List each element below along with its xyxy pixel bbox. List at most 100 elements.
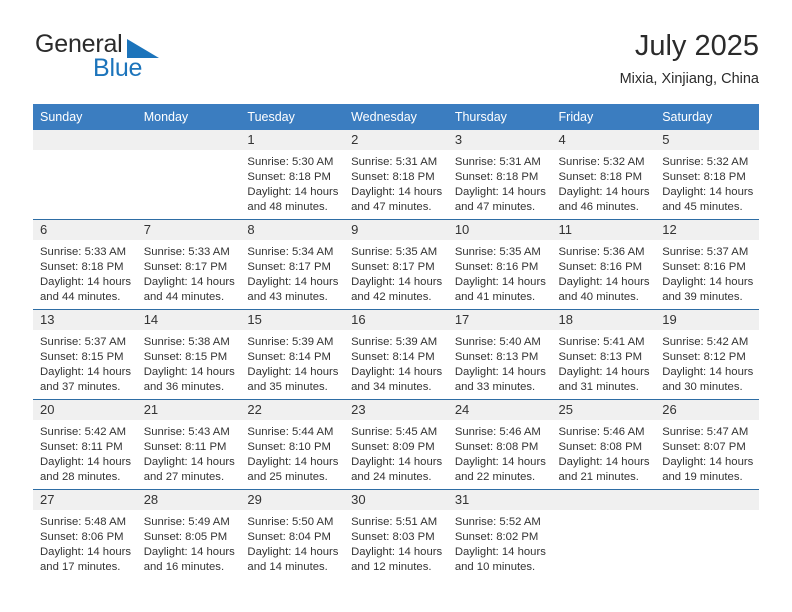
weekday-header-friday: Friday bbox=[551, 104, 656, 130]
daylight-text-line1: Daylight: 14 hours bbox=[351, 366, 443, 379]
calendar-day-cell[interactable]: 8 Sunrise: 5:34 AM Sunset: 8:17 PM Daylight… bbox=[240, 219, 345, 310]
day-cell-details: Sunrise: 5:35 AM Sunset: 8:17 PM Daylight:… bbox=[344, 240, 448, 305]
day-number: 17 bbox=[454, 312, 470, 327]
calendar-day-cell[interactable]: 5 Sunrise: 5:32 AM Sunset: 8:18 PM Daylight… bbox=[655, 130, 759, 220]
daylight-text-line2: and 19 minutes. bbox=[662, 471, 743, 484]
sunrise-text: Sunrise: 5:32 AM bbox=[558, 156, 645, 168]
calendar-day-cell[interactable]: 22 Sunrise: 5:44 AM Sunset: 8:10 PM Dayligh… bbox=[240, 399, 345, 490]
sunrise-text: Sunrise: 5:38 AM bbox=[143, 336, 230, 348]
day-number-band: 2 bbox=[344, 130, 448, 150]
calendar-day-cell[interactable]: 24 Sunrise: 5:46 AM Sunset: 8:08 PM Dayligh… bbox=[447, 399, 552, 490]
calendar-week-row: 1 Sunrise: 5:30 AM Sunset: 8:18 PM Daylight… bbox=[33, 130, 759, 220]
day-cell-details: Sunrise: 5:34 AM Sunset: 8:17 PM Daylight:… bbox=[240, 240, 344, 305]
day-number: 27 bbox=[40, 492, 55, 507]
calendar-day-cell[interactable]: 17 Sunrise: 5:40 AM Sunset: 8:13 PM Dayligh… bbox=[447, 309, 552, 400]
day-number-band: 12 bbox=[655, 220, 759, 240]
day-number: 6 bbox=[40, 222, 48, 237]
day-cell-details: Sunrise: 5:35 AM Sunset: 8:16 PM Daylight:… bbox=[448, 240, 552, 305]
calendar-day-cell[interactable]: 30 Sunrise: 5:51 AM Sunset: 8:03 PM Dayligh… bbox=[344, 489, 448, 579]
calendar-day-cell[interactable]: 4 Sunrise: 5:32 AM Sunset: 8:18 PM Daylight… bbox=[551, 130, 656, 220]
sunrise-text: Sunrise: 5:37 AM bbox=[662, 246, 749, 258]
sunset-text: Sunset: 8:12 PM bbox=[662, 351, 746, 364]
day-number-band bbox=[136, 130, 241, 150]
day-cell-details: Sunrise: 5:32 AM Sunset: 8:18 PM Daylight:… bbox=[655, 150, 759, 215]
calendar-day-cell[interactable]: 26 Sunrise: 5:47 AM Sunset: 8:07 PM Dayligh… bbox=[655, 399, 759, 490]
day-cell-details: Sunrise: 5:49 AM Sunset: 8:05 PM Daylight:… bbox=[137, 510, 241, 575]
calendar-day-cell[interactable]: 13 Sunrise: 5:37 AM Sunset: 8:15 PM Dayligh… bbox=[33, 309, 137, 400]
daylight-text-line1: Daylight: 14 hours bbox=[247, 456, 339, 469]
daylight-text-line2: and 42 minutes. bbox=[351, 291, 432, 304]
calendar-week-row: 20 Sunrise: 5:42 AM Sunset: 8:11 PM Dayligh… bbox=[33, 399, 759, 490]
calendar-day-cell[interactable]: 18 Sunrise: 5:41 AM Sunset: 8:13 PM Dayligh… bbox=[551, 309, 656, 400]
calendar-day-cell[interactable]: 10 Sunrise: 5:35 AM Sunset: 8:16 PM Dayligh… bbox=[447, 219, 552, 310]
daylight-text-line1: Daylight: 14 hours bbox=[454, 366, 546, 379]
day-number-band: 14 bbox=[136, 310, 241, 330]
calendar-day-cell[interactable]: 16 Sunrise: 5:39 AM Sunset: 8:14 PM Dayligh… bbox=[344, 309, 448, 400]
monthly-calendar-table: Sunday Monday Tuesday Wednesday Thursday… bbox=[33, 104, 759, 579]
daylight-text-line1: Daylight: 14 hours bbox=[558, 456, 650, 469]
calendar-day-cell[interactable]: 31 Sunrise: 5:52 AM Sunset: 8:02 PM Dayligh… bbox=[447, 489, 552, 579]
daylight-text-line2: and 31 minutes. bbox=[558, 381, 639, 394]
day-number: 29 bbox=[247, 492, 262, 507]
day-number: 24 bbox=[454, 402, 470, 417]
day-cell-details: Sunrise: 5:40 AM Sunset: 8:13 PM Daylight:… bbox=[448, 330, 552, 395]
calendar-day-cell[interactable]: 20 Sunrise: 5:42 AM Sunset: 8:11 PM Dayligh… bbox=[33, 399, 137, 490]
daylight-text-line1: Daylight: 14 hours bbox=[454, 456, 546, 469]
sunset-text: Sunset: 8:08 PM bbox=[454, 441, 539, 454]
calendar-day-cell[interactable]: 2 Sunrise: 5:31 AM Sunset: 8:18 PM Daylight… bbox=[344, 130, 448, 220]
calendar-day-cell[interactable]: 3 Sunrise: 5:31 AM Sunset: 8:18 PM Daylight… bbox=[447, 130, 552, 220]
day-number-band: 22 bbox=[240, 400, 345, 420]
day-number: 14 bbox=[143, 312, 159, 327]
sunset-text: Sunset: 8:14 PM bbox=[247, 351, 331, 364]
day-cell-details: Sunrise: 5:37 AM Sunset: 8:16 PM Daylight:… bbox=[655, 240, 759, 305]
daylight-text-line1: Daylight: 14 hours bbox=[558, 276, 650, 289]
day-cell-details: Sunrise: 5:33 AM Sunset: 8:17 PM Daylight:… bbox=[137, 240, 241, 305]
calendar-day-cell[interactable]: 21 Sunrise: 5:43 AM Sunset: 8:11 PM Dayligh… bbox=[136, 399, 241, 490]
calendar-day-cell[interactable]: 29 Sunrise: 5:50 AM Sunset: 8:04 PM Dayligh… bbox=[240, 489, 345, 579]
sunset-text: Sunset: 8:09 PM bbox=[351, 441, 435, 454]
calendar-day-cell[interactable]: 23 Sunrise: 5:45 AM Sunset: 8:09 PM Dayligh… bbox=[344, 399, 448, 490]
day-number-band: 21 bbox=[136, 400, 241, 420]
calendar-day-cell[interactable]: 28 Sunrise: 5:49 AM Sunset: 8:05 PM Dayligh… bbox=[136, 489, 241, 579]
day-number-band: 26 bbox=[655, 400, 759, 420]
day-cell-details: Sunrise: 5:30 AM Sunset: 8:18 PM Daylight:… bbox=[240, 150, 344, 215]
day-cell-details: Sunrise: 5:43 AM Sunset: 8:11 PM Daylight:… bbox=[137, 420, 241, 485]
weekday-header-monday: Monday bbox=[136, 104, 241, 130]
day-number-band: 9 bbox=[344, 220, 448, 240]
sunset-text: Sunset: 8:18 PM bbox=[558, 171, 643, 184]
day-cell-details: Sunrise: 5:47 AM Sunset: 8:07 PM Daylight:… bbox=[655, 420, 759, 485]
logo-text-blue: Blue bbox=[93, 54, 143, 82]
day-number-band: 23 bbox=[344, 400, 448, 420]
daylight-text-line1: Daylight: 14 hours bbox=[247, 186, 339, 199]
calendar-day-cell[interactable]: 6 Sunrise: 5:33 AM Sunset: 8:18 PM Daylight… bbox=[33, 219, 137, 310]
calendar-day-cell[interactable]: 15 Sunrise: 5:39 AM Sunset: 8:14 PM Dayligh… bbox=[240, 309, 345, 400]
calendar-day-cell[interactable]: 14 Sunrise: 5:38 AM Sunset: 8:15 PM Dayligh… bbox=[136, 309, 241, 400]
calendar-day-cell[interactable]: 1 Sunrise: 5:30 AM Sunset: 8:18 PM Daylight… bbox=[240, 130, 345, 220]
calendar-day-cell[interactable]: 19 Sunrise: 5:42 AM Sunset: 8:12 PM Dayligh… bbox=[655, 309, 759, 400]
calendar-day-cell[interactable]: 25 Sunrise: 5:46 AM Sunset: 8:08 PM Dayligh… bbox=[551, 399, 656, 490]
sunset-text: Sunset: 8:18 PM bbox=[351, 171, 435, 184]
calendar-day-cell[interactable]: 11 Sunrise: 5:36 AM Sunset: 8:16 PM Dayligh… bbox=[551, 219, 656, 310]
daylight-text-line2: and 44 minutes. bbox=[143, 291, 225, 304]
daylight-text-line2: and 25 minutes. bbox=[247, 471, 328, 484]
day-number-band: 8 bbox=[240, 220, 345, 240]
daylight-text-line2: and 35 minutes. bbox=[247, 381, 328, 394]
day-number: 26 bbox=[662, 402, 677, 417]
daylight-text-line2: and 39 minutes. bbox=[662, 291, 743, 304]
sunrise-text: Sunrise: 5:52 AM bbox=[454, 516, 541, 528]
day-number-band: 24 bbox=[447, 400, 552, 420]
calendar-week-row: 13 Sunrise: 5:37 AM Sunset: 8:15 PM Dayligh… bbox=[33, 309, 759, 400]
daylight-text-line2: and 22 minutes. bbox=[454, 471, 536, 484]
day-number-band: 17 bbox=[447, 310, 552, 330]
daylight-text-line1: Daylight: 14 hours bbox=[40, 456, 132, 469]
calendar-day-cell[interactable]: 7 Sunrise: 5:33 AM Sunset: 8:17 PM Daylight… bbox=[136, 219, 241, 310]
daylight-text-line2: and 17 minutes. bbox=[40, 561, 121, 574]
sunrise-text: Sunrise: 5:47 AM bbox=[662, 426, 749, 438]
day-cell-details: Sunrise: 5:42 AM Sunset: 8:12 PM Daylight:… bbox=[655, 330, 759, 395]
calendar-day-cell[interactable]: 9 Sunrise: 5:35 AM Sunset: 8:17 PM Daylight… bbox=[344, 219, 448, 310]
daylight-text-line1: Daylight: 14 hours bbox=[351, 276, 443, 289]
calendar-day-cell[interactable]: 12 Sunrise: 5:37 AM Sunset: 8:16 PM Dayligh… bbox=[655, 219, 759, 310]
sunset-text: Sunset: 8:08 PM bbox=[558, 441, 643, 454]
calendar-day-cell[interactable]: 27 Sunrise: 5:48 AM Sunset: 8:06 PM Dayligh… bbox=[33, 489, 137, 579]
daylight-text-line2: and 27 minutes. bbox=[143, 471, 225, 484]
